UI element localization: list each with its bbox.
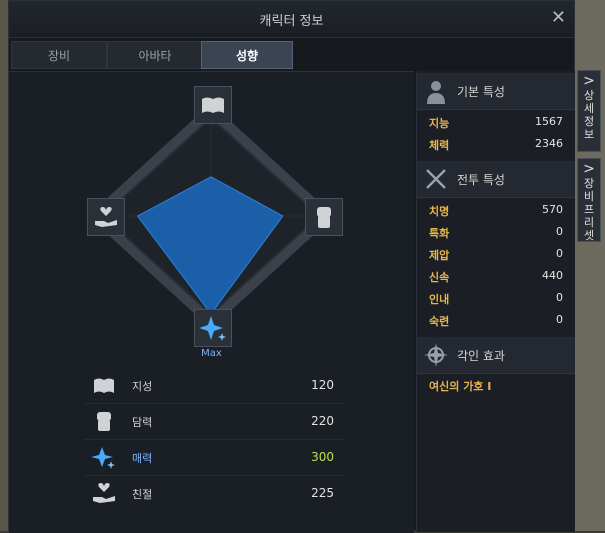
sparkle-icon [199, 316, 226, 341]
axis-left-icon [87, 198, 125, 236]
tab-equipment[interactable]: 장비 [11, 41, 107, 69]
sparkle-icon [92, 447, 115, 469]
max-label: Max [201, 348, 222, 359]
trait-row-intellect: 지성 120 [84, 367, 344, 404]
heart-hand-icon [95, 207, 117, 227]
engraving-effect[interactable]: 여신의 가호 I [429, 378, 491, 394]
tab-disposition[interactable]: 성향 [201, 41, 293, 69]
window-title: 캐릭터 정보 [259, 14, 324, 29]
combat-stats-title: 전투 특성 [457, 173, 505, 187]
stat-row-swiftness: 신속 440 [417, 265, 575, 287]
stat-row-endurance: 인내 0 [417, 287, 575, 309]
trait-value: 120 [311, 378, 334, 392]
stat-label: 신속 [429, 271, 450, 284]
axis-bottom-icon [194, 309, 232, 347]
stat-label: 제압 [429, 249, 450, 262]
book-icon [94, 378, 114, 393]
trait-row-kindness: 친절 225 [84, 475, 344, 511]
stat-value: 0 [556, 313, 563, 326]
tab-bar: 장비 아바타 성향 [9, 41, 576, 69]
character-info-window: 캐릭터 정보 ✕ 장비 아바타 성향 Max 지성 120 담력 220 매력 … [8, 0, 576, 533]
basic-stats-header: 기본 특성 [417, 73, 575, 110]
stat-row-expertise: 숙련 0 [417, 309, 575, 331]
fist-icon [317, 207, 331, 228]
trait-name: 지성 [132, 380, 153, 393]
combat-stats-header: 전투 특성 [417, 161, 575, 198]
trait-row-courage: 담력 220 [84, 403, 344, 440]
stat-row-vitality: 체력 2346 [417, 133, 575, 155]
engraving-header: 각인 효과 [417, 337, 575, 374]
axis-right-icon [305, 198, 343, 236]
stat-value: 0 [556, 291, 563, 304]
stat-label: 숙련 [429, 315, 450, 328]
engraving-title: 각인 효과 [457, 349, 505, 363]
fist-icon [97, 412, 111, 431]
stat-value: 1567 [535, 115, 563, 128]
trait-value: 300 [311, 450, 334, 464]
side-tab-details[interactable]: > 상세정보 [577, 70, 601, 152]
title-bar[interactable]: 캐릭터 정보 ✕ [9, 1, 574, 38]
heart-hand-icon [93, 483, 115, 503]
axis-top-icon [194, 86, 232, 124]
compass-emblem-icon [424, 343, 448, 367]
chevron-right-icon: > [583, 73, 595, 89]
chevron-right-icon: > [583, 161, 595, 177]
stat-label: 특화 [429, 227, 450, 240]
disposition-panel: Max 지성 120 담력 220 매력 300 친절 225 [9, 71, 414, 533]
trait-name: 담력 [132, 416, 153, 429]
background-left [0, 0, 8, 531]
stat-value: 440 [542, 269, 563, 282]
close-icon[interactable]: ✕ [551, 7, 566, 28]
stat-row-crit: 치명 570 [417, 199, 575, 221]
stat-label: 체력 [429, 139, 450, 152]
stat-label: 치명 [429, 205, 450, 218]
stat-label: 인내 [429, 293, 450, 306]
stat-value: 570 [542, 203, 563, 216]
character-silhouette-icon [427, 81, 445, 104]
tab-avatar[interactable]: 아바타 [107, 41, 203, 69]
stats-panel: 기본 특성 지능 1567 체력 2346 전투 특성 치명 570 특화 0 … [416, 71, 575, 532]
trait-row-charm: 매력 300 [84, 439, 344, 476]
basic-stats-title: 기본 특성 [457, 85, 505, 99]
book-icon [202, 97, 224, 113]
side-tab-label: 상세정보 [583, 89, 595, 141]
side-tab-label: 장비프리셋 [583, 177, 595, 242]
trait-name: 친절 [132, 488, 153, 501]
stat-label: 지능 [429, 117, 450, 130]
side-tab-equipment-preset[interactable]: > 장비프리셋 [577, 158, 601, 242]
trait-value: 220 [311, 414, 334, 428]
stat-row-domination: 제압 0 [417, 243, 575, 265]
stat-row-specialization: 특화 0 [417, 221, 575, 243]
crossed-swords-icon [426, 169, 446, 189]
trait-name: 매력 [132, 452, 153, 465]
stat-value: 0 [556, 247, 563, 260]
stat-value: 0 [556, 225, 563, 238]
stat-value: 2346 [535, 137, 563, 150]
trait-value: 225 [311, 486, 334, 500]
stat-row-intelligence: 지능 1567 [417, 111, 575, 133]
